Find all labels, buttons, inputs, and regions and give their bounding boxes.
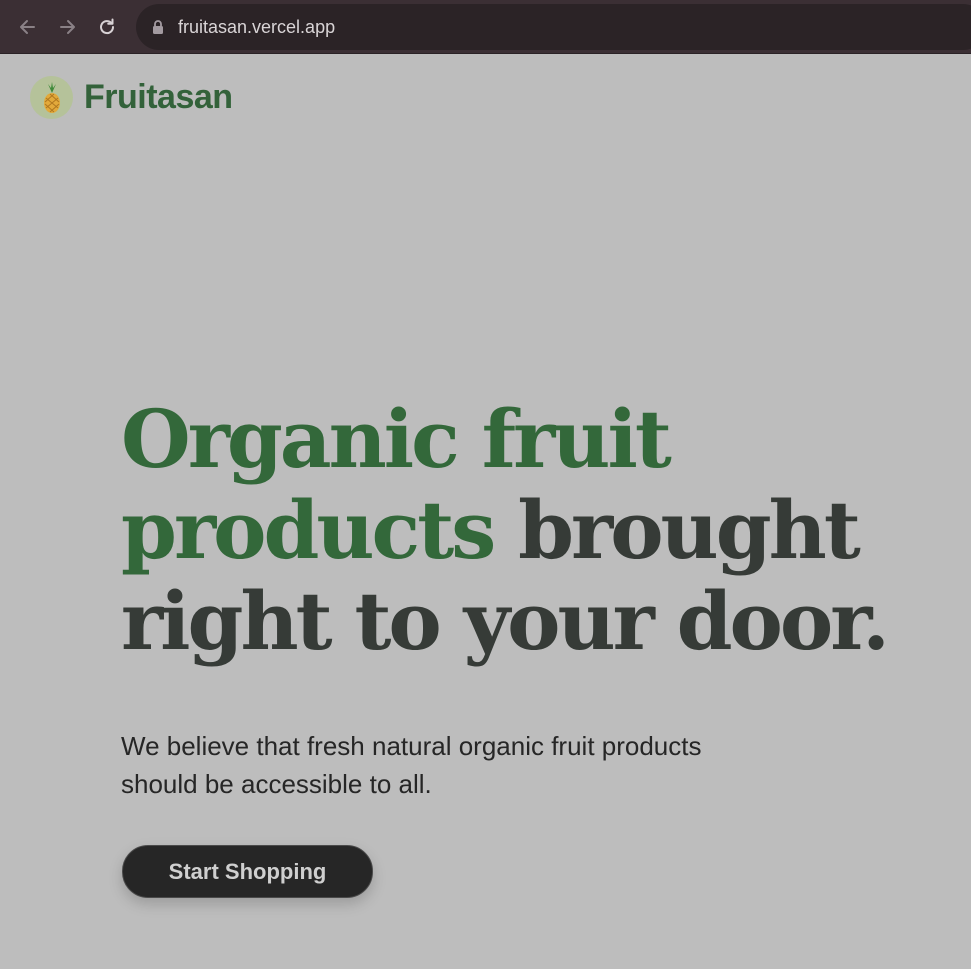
browser-toolbar: fruitasan.vercel.app bbox=[0, 0, 971, 54]
back-button[interactable] bbox=[14, 13, 42, 41]
url-text: fruitasan.vercel.app bbox=[178, 17, 336, 37]
lock-icon bbox=[153, 20, 163, 34]
reload-icon bbox=[100, 18, 115, 35]
brand-name: Fruitasan bbox=[84, 78, 233, 116]
arrow-left-icon bbox=[20, 20, 35, 34]
landing-page: Fruitasan Organic fruit products brought… bbox=[0, 54, 971, 969]
logo-badge bbox=[30, 76, 73, 119]
hero-headline: Organic fruit products brought right to … bbox=[121, 394, 921, 667]
pineapple-icon bbox=[43, 81, 60, 113]
start-shopping-button[interactable]: Start Shopping bbox=[122, 845, 373, 898]
forward-button[interactable] bbox=[53, 13, 81, 41]
hero-subtext: We believe that fresh natural organic fr… bbox=[121, 731, 702, 799]
brand-logo[interactable]: Fruitasan bbox=[30, 76, 233, 119]
reload-button[interactable] bbox=[93, 13, 121, 41]
arrow-right-icon bbox=[60, 20, 75, 34]
address-bar[interactable]: fruitasan.vercel.app bbox=[136, 4, 971, 50]
